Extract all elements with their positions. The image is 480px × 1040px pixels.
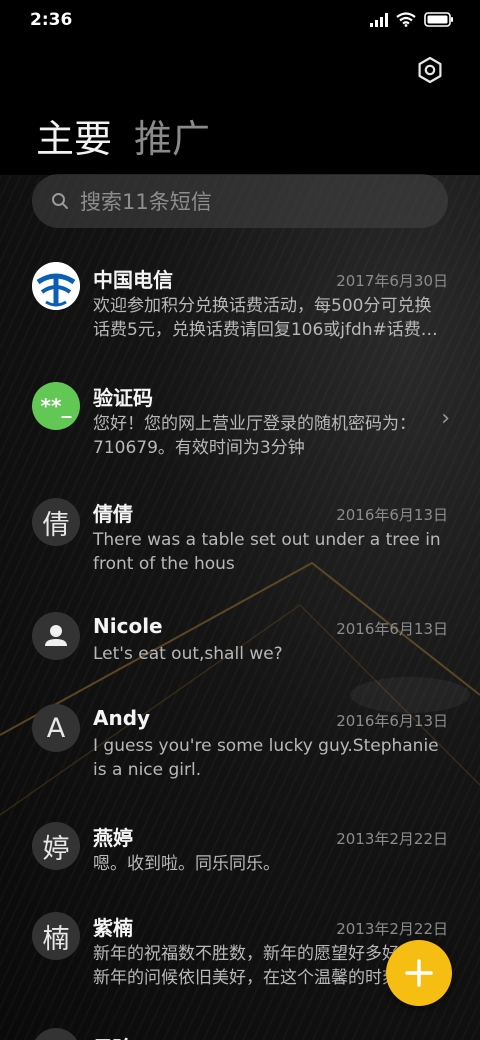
contact-name: 子玲 (93, 1032, 133, 1040)
settings-gear-icon[interactable] (416, 56, 444, 84)
contact-name: 验证码 (93, 386, 153, 410)
contact-avatar: 倩 (32, 498, 80, 546)
contact-name: 中国电信 (93, 268, 173, 292)
message-date: 2013年2月22日 (336, 920, 448, 938)
message-preview: 您好！您的网上营业厅登录的随机密码为：710679。有效时间为3分钟 (93, 414, 416, 458)
signal-icon (370, 12, 388, 27)
contact-name: 燕婷 (93, 826, 133, 850)
message-date: 2013年2月22日 (336, 830, 448, 848)
tab-primary[interactable]: 主要 (36, 108, 112, 163)
status-time: 2:36 (30, 10, 73, 30)
message-date: 2016年6月13日 (336, 506, 448, 524)
china-telecom-logo-icon (32, 262, 80, 310)
status-bar: 2:36 (0, 0, 480, 42)
tab-bar: 主要 推广 (36, 108, 210, 163)
new-message-button[interactable] (386, 940, 452, 1006)
message-date: 2016年6月13日 (336, 712, 448, 730)
search-icon (52, 193, 68, 209)
plus-icon (405, 959, 433, 987)
person-icon (32, 612, 80, 660)
message-preview: 欢迎参加积分兑换话费活动，每500分可兑换话费5元，兑换话费请回复106或jfd… (93, 296, 438, 340)
search-placeholder: 搜索11条短信 (80, 190, 212, 214)
message-preview: There was a table set out under a tree i… (93, 530, 441, 574)
contact-avatar: A (32, 704, 80, 752)
message-preview: I guess you're some lucky guy.Stephanie … (93, 736, 439, 780)
search-bar[interactable]: 搜索11条短信 (32, 174, 448, 228)
message-date: 2016年6月13日 (336, 620, 448, 638)
message-preview: Let's eat out,shall we? (93, 644, 283, 664)
contact-avatar: 楠 (32, 912, 80, 960)
contact-name: Nicole (93, 614, 163, 638)
contact-name: Andy (93, 706, 151, 730)
battery-icon (424, 12, 453, 27)
message-date: 2017年6月30日 (336, 272, 448, 290)
wifi-icon (396, 12, 416, 27)
contact-avatar: 婷 (32, 822, 80, 870)
tab-promotions[interactable]: 推广 (134, 108, 210, 163)
message-preview: 嗯。收到啦。同乐同乐。 (93, 854, 280, 874)
chevron-right-icon[interactable]: › (441, 406, 450, 431)
verification-avatar: **_ (32, 382, 80, 430)
contact-name: 倩倩 (93, 502, 133, 526)
contact-name: 紫楠 (93, 916, 133, 940)
